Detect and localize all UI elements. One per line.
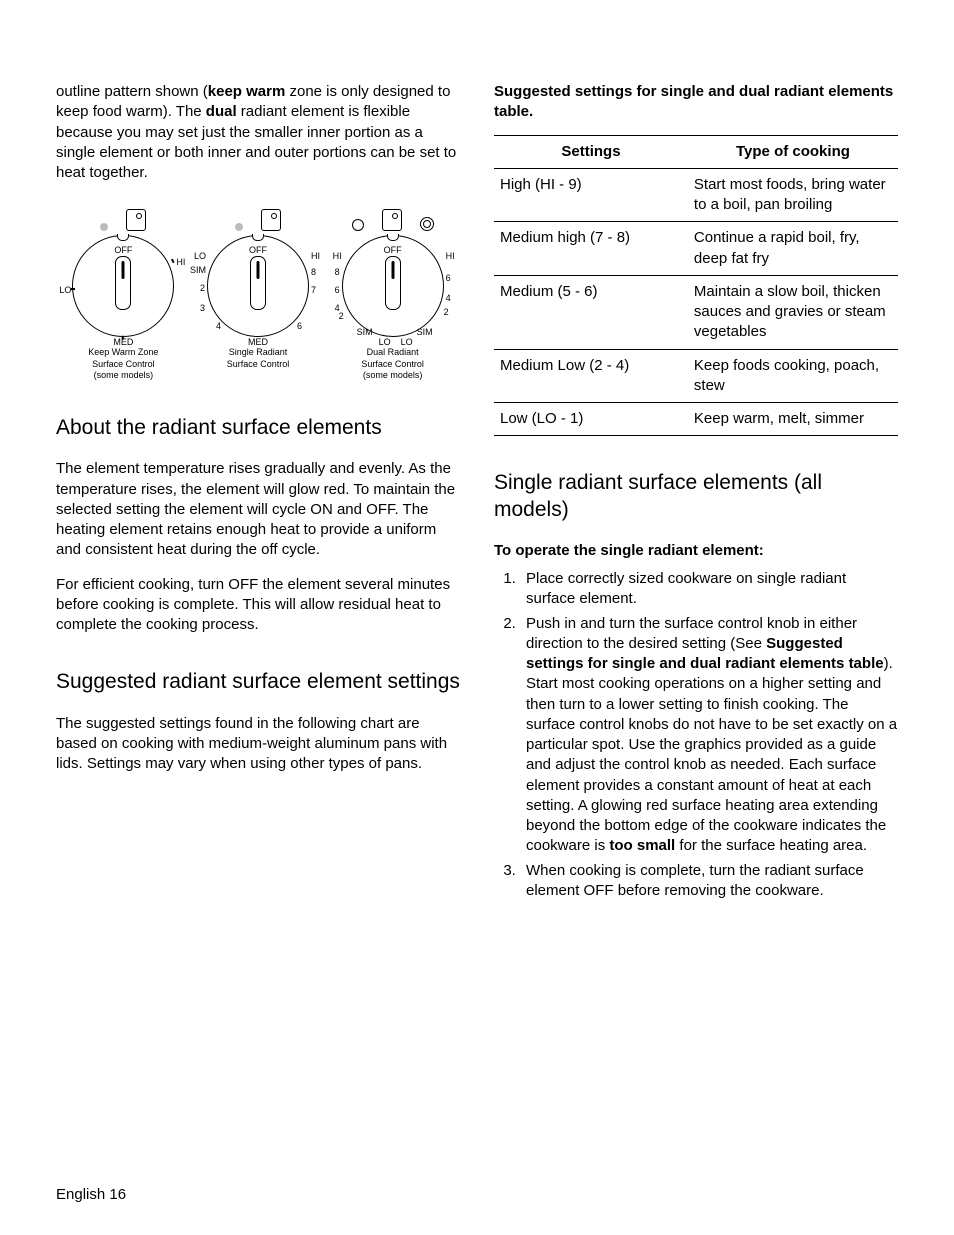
table-head-settings: Settings: [494, 135, 688, 168]
intro-paragraph: outline pattern shown (keep warm zone is…: [56, 82, 460, 183]
indicator-ring-icon: [352, 219, 364, 231]
dial-single-radiant: OFF HI LO SIM 8 7 2 3 6 4 MED Single Rad…: [191, 207, 326, 381]
indicator-light-icon: [126, 209, 146, 231]
indicator-dot-icon: [100, 223, 108, 231]
heading-single: Single radiant surface elements (all mod…: [494, 470, 898, 523]
dial-caption: Single Radiant Surface Control: [227, 347, 290, 370]
table-row: Medium Low (2 - 4)Keep foods cooking, po…: [494, 349, 898, 403]
about-p1: The element temperature rises gradually …: [56, 459, 460, 560]
indicator-dual-ring-icon: [420, 217, 434, 231]
dial-keep-warm: OFF HI LO MED Keep Warm Zone Surface Con…: [56, 207, 191, 381]
table-row: Low (LO - 1)Keep warm, melt, simmer: [494, 403, 898, 436]
control-dials-figure: OFF HI LO MED Keep Warm Zone Surface Con…: [56, 207, 460, 381]
settings-table: Settings Type of cooking High (HI - 9)St…: [494, 135, 898, 437]
list-item: Place correctly sized cookware on single…: [520, 569, 898, 610]
table-title: Suggested settings for single and dual r…: [494, 82, 898, 123]
page-footer: English 16: [56, 1185, 126, 1205]
settings-table-block: Suggested settings for single and dual r…: [494, 82, 898, 436]
indicator-light-icon: [261, 209, 281, 231]
table-head-cooking: Type of cooking: [688, 135, 898, 168]
heading-about: About the radiant surface elements: [56, 415, 460, 441]
dial-caption: Dual Radiant Surface Control (some model…: [361, 347, 424, 381]
indicator-dot-icon: [235, 223, 243, 231]
table-row: Medium (5 - 6)Maintain a slow boil, thic…: [494, 275, 898, 349]
list-item: When cooking is complete, turn the radia…: [520, 861, 898, 902]
table-row: High (HI - 9)Start most foods, bring wat…: [494, 168, 898, 222]
single-subhead: To operate the single radiant element:: [494, 541, 898, 561]
heading-suggested: Suggested radiant surface element settin…: [56, 669, 460, 695]
suggested-p1: The suggested settings found in the foll…: [56, 714, 460, 775]
indicator-light-icon: [382, 209, 402, 231]
single-steps: Place correctly sized cookware on single…: [494, 569, 898, 901]
table-row: Medium high (7 - 8)Continue a rapid boil…: [494, 222, 898, 276]
about-p2: For efficient cooking, turn OFF the elem…: [56, 575, 460, 636]
list-item: Push in and turn the surface control kno…: [520, 614, 898, 857]
dial-caption: Keep Warm Zone Surface Control (some mod…: [88, 347, 158, 381]
dial-dual-radiant: OFF HI HI 8 6 4 2 6 4 2 SIM SIM LO LO Du…: [325, 207, 460, 381]
